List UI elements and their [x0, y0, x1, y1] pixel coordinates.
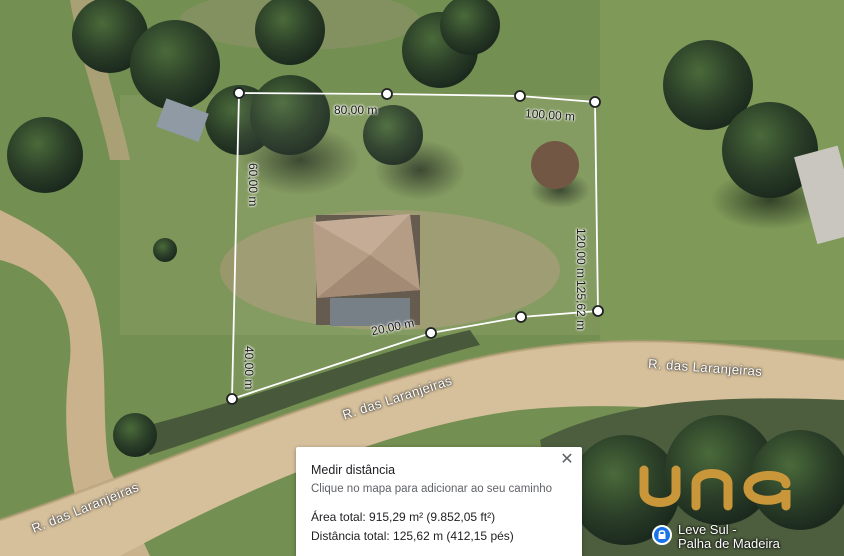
place-label-line1: Leve Sul -	[678, 522, 737, 537]
measure-distance-card: Medir distância Clique no mapa para adic…	[296, 447, 582, 556]
una-logo	[636, 460, 806, 521]
total-area: Área total: 915,29 m² (9.852,05 ft²)	[311, 510, 496, 524]
card-title: Medir distância	[311, 463, 396, 477]
segment-label: 125,62 m	[574, 280, 588, 331]
card-subtitle: Clique no mapa para adicionar ao seu cam…	[311, 483, 553, 495]
segment-label: 40,00 m	[242, 346, 256, 390]
segment-label: 80,00 m	[334, 103, 378, 117]
place-label: Leve Sul - Palha de Madeira	[678, 523, 780, 551]
close-icon[interactable]: ✕	[558, 451, 576, 469]
lock-pin-icon	[652, 525, 672, 545]
segment-label: 60,00 m	[246, 163, 260, 207]
segment-label: 120,00 m	[574, 228, 588, 279]
total-distance: Distância total: 125,62 m (412,15 pés)	[311, 529, 514, 543]
place-label-line2: Palha de Madeira	[678, 536, 780, 551]
